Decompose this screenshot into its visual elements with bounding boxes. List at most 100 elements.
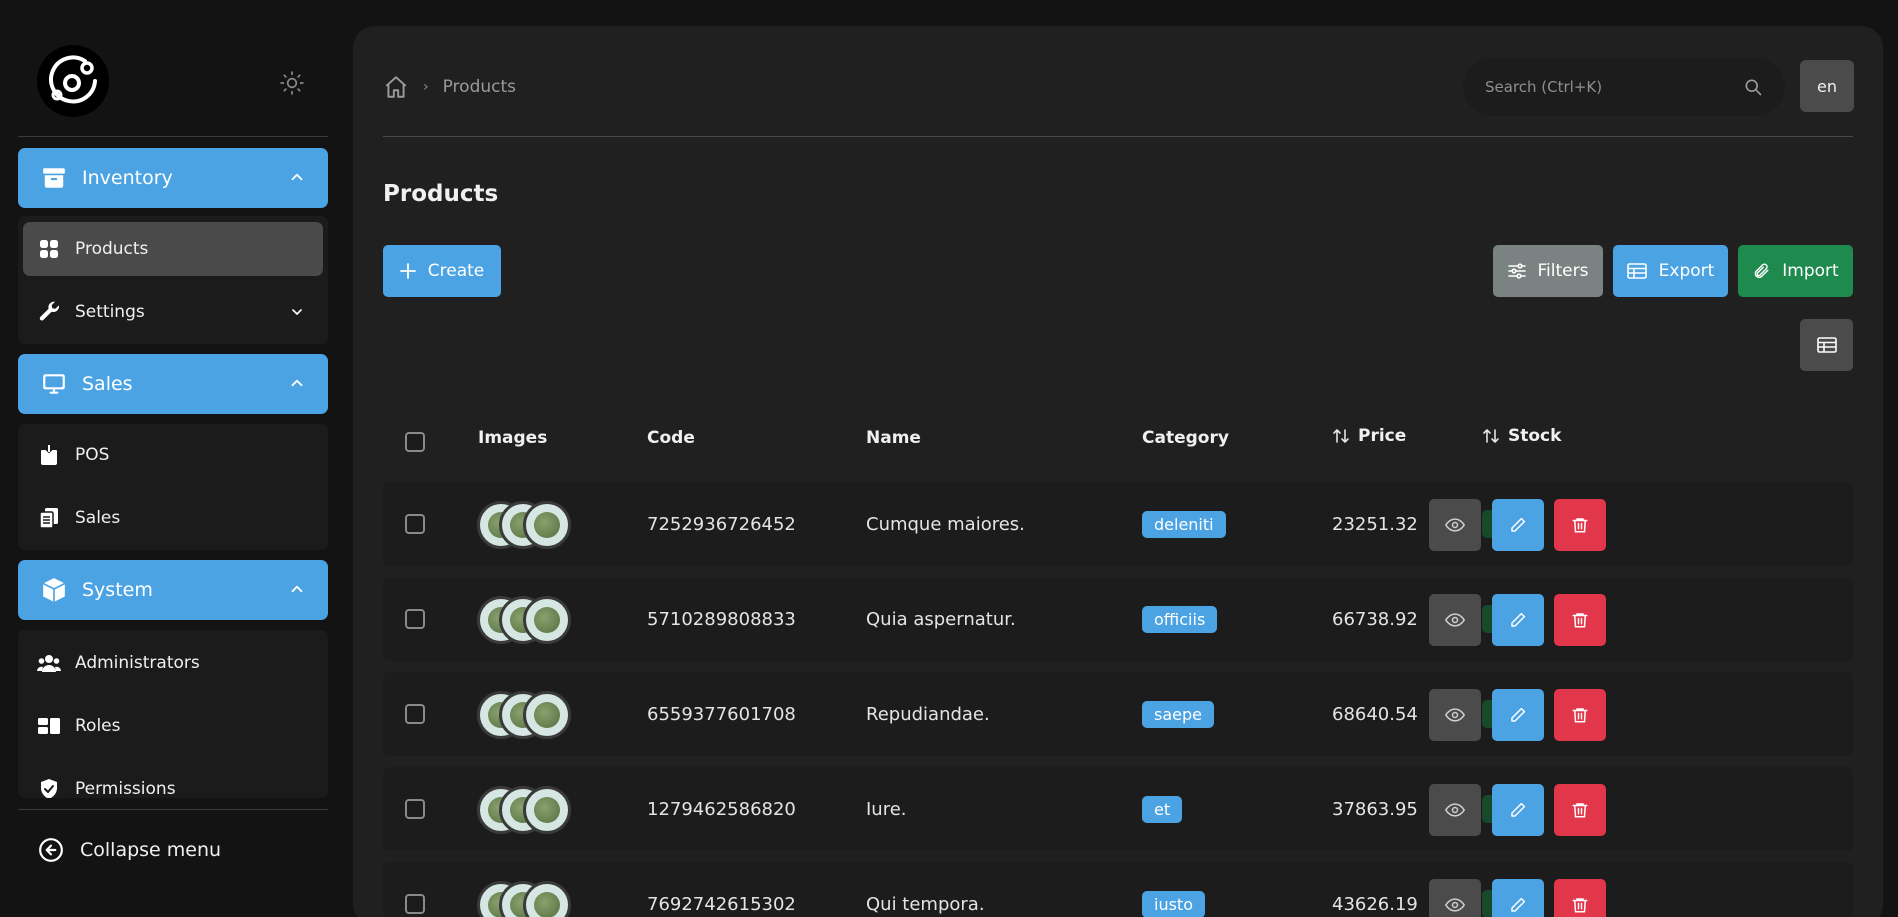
- delete-button[interactable]: [1554, 594, 1606, 646]
- cell-code: 1279462586820: [647, 798, 796, 820]
- sidebar-item-label: Products: [75, 239, 149, 259]
- row-checkbox[interactable]: [405, 894, 425, 914]
- import-label: Import: [1782, 261, 1839, 281]
- cell-category: deleniti: [1142, 482, 1226, 566]
- column-header-images: Images: [478, 428, 548, 448]
- trash-icon: [1571, 706, 1589, 724]
- sidebar-item-sales[interactable]: Sales: [23, 491, 323, 545]
- cell-category: saepe: [1142, 672, 1214, 756]
- row-checkbox[interactable]: [405, 609, 425, 629]
- product-images: [477, 501, 577, 549]
- paperclip-icon: [1752, 262, 1770, 280]
- view-button[interactable]: [1429, 594, 1481, 646]
- shield-check-icon: [37, 777, 61, 798]
- documents-icon: [37, 506, 61, 530]
- row-checkbox[interactable]: [405, 799, 425, 819]
- language-button[interactable]: en: [1800, 60, 1854, 112]
- view-button[interactable]: [1429, 784, 1481, 836]
- product-thumbnail[interactable]: [523, 596, 571, 644]
- id-cards-icon: [37, 714, 61, 738]
- eye-icon: [1445, 515, 1465, 535]
- cell-price: 43626.19: [1332, 893, 1418, 915]
- search-box[interactable]: [1463, 58, 1785, 116]
- pencil-icon: [1509, 611, 1527, 629]
- sidebar-item-roles[interactable]: Roles: [23, 699, 323, 753]
- cell-price: 23251.32: [1332, 513, 1418, 535]
- sidebar-item-pos[interactable]: POS: [23, 428, 323, 482]
- export-button[interactable]: Export: [1613, 245, 1728, 297]
- pencil-icon: [1509, 801, 1527, 819]
- product-images: [477, 596, 577, 644]
- sidebar-item-products[interactable]: Products: [23, 222, 323, 276]
- edit-button[interactable]: [1492, 689, 1544, 741]
- cell-code: 7252936726452: [647, 513, 796, 535]
- search-input[interactable]: [1485, 78, 1735, 96]
- sidebar-item-label: Settings: [75, 302, 145, 322]
- collapse-menu-button[interactable]: Collapse menu: [38, 834, 221, 866]
- product-images: [477, 691, 577, 739]
- column-toggle-button[interactable]: [1800, 319, 1853, 371]
- view-button[interactable]: [1429, 879, 1481, 917]
- view-button[interactable]: [1429, 499, 1481, 551]
- table-row: 6559377601708 Repudiandae. saepe 68640.5…: [383, 672, 1853, 756]
- table-row: 5710289808833 Quia aspernatur. officiis …: [383, 577, 1853, 661]
- create-button[interactable]: Create: [383, 245, 501, 297]
- sun-icon: [280, 71, 304, 95]
- edit-button[interactable]: [1492, 594, 1544, 646]
- filters-button[interactable]: Filters: [1493, 245, 1603, 297]
- delete-button[interactable]: [1554, 499, 1606, 551]
- sidebar-group-system[interactable]: System: [18, 560, 328, 620]
- export-label: Export: [1658, 261, 1715, 281]
- cell-code: 7692742615302: [647, 893, 796, 915]
- sidebar-group-sales[interactable]: Sales: [18, 354, 328, 414]
- sidebar-item-permissions[interactable]: Permissions: [23, 762, 323, 798]
- app-logo[interactable]: [37, 45, 109, 117]
- trash-icon: [1571, 801, 1589, 819]
- cell-category: et: [1142, 767, 1183, 851]
- chevron-up-icon: [288, 374, 306, 397]
- row-checkbox[interactable]: [405, 704, 425, 724]
- cell-price: 68640.54: [1332, 703, 1418, 725]
- home-icon[interactable]: [383, 74, 409, 100]
- product-thumbnail[interactable]: [523, 881, 571, 917]
- delete-button[interactable]: [1554, 689, 1606, 741]
- column-header-stock[interactable]: Stock: [1482, 426, 1561, 446]
- row-checkbox[interactable]: [405, 514, 425, 534]
- trash-icon: [1571, 516, 1589, 534]
- edit-button[interactable]: [1492, 784, 1544, 836]
- column-header-price[interactable]: Price: [1332, 426, 1406, 446]
- sliders-icon: [1507, 262, 1526, 280]
- delete-button[interactable]: [1554, 879, 1606, 917]
- edit-button[interactable]: [1492, 499, 1544, 551]
- product-thumbnail[interactable]: [523, 786, 571, 834]
- orbit-logo-icon: [49, 55, 97, 104]
- page-title: Products: [383, 181, 499, 207]
- cell-name: Repudiandae.: [866, 703, 990, 725]
- sidebar-group-inventory-items: Products Settings: [18, 216, 328, 344]
- sidebar-group-sales-items: POS Sales: [18, 424, 328, 550]
- import-button[interactable]: Import: [1738, 245, 1853, 297]
- select-all-checkbox[interactable]: [405, 432, 425, 452]
- theme-toggle-button[interactable]: [277, 68, 307, 98]
- search-icon[interactable]: [1743, 77, 1763, 101]
- delete-button[interactable]: [1554, 784, 1606, 836]
- column-header-category: Category: [1142, 428, 1229, 448]
- eye-icon: [1445, 610, 1465, 630]
- sidebar-group-label: Inventory: [82, 167, 173, 189]
- product-thumbnail[interactable]: [523, 501, 571, 549]
- sidebar-group-inventory[interactable]: Inventory: [18, 148, 328, 208]
- cash-register-icon: [37, 443, 61, 467]
- view-button[interactable]: [1429, 689, 1481, 741]
- cell-code: 5710289808833: [647, 608, 796, 630]
- sidebar-item-settings[interactable]: Settings: [23, 285, 323, 339]
- header-divider: [383, 136, 1853, 137]
- create-label: Create: [427, 261, 485, 281]
- category-badge: deleniti: [1142, 510, 1226, 538]
- sidebar-group-label: Sales: [82, 373, 133, 395]
- monitor-icon: [40, 370, 68, 398]
- product-thumbnail[interactable]: [523, 691, 571, 739]
- edit-button[interactable]: [1492, 879, 1544, 917]
- sidebar-item-administrators[interactable]: Administrators: [23, 636, 323, 690]
- breadcrumb-separator: ›: [423, 79, 429, 95]
- breadcrumb: › Products: [383, 72, 516, 102]
